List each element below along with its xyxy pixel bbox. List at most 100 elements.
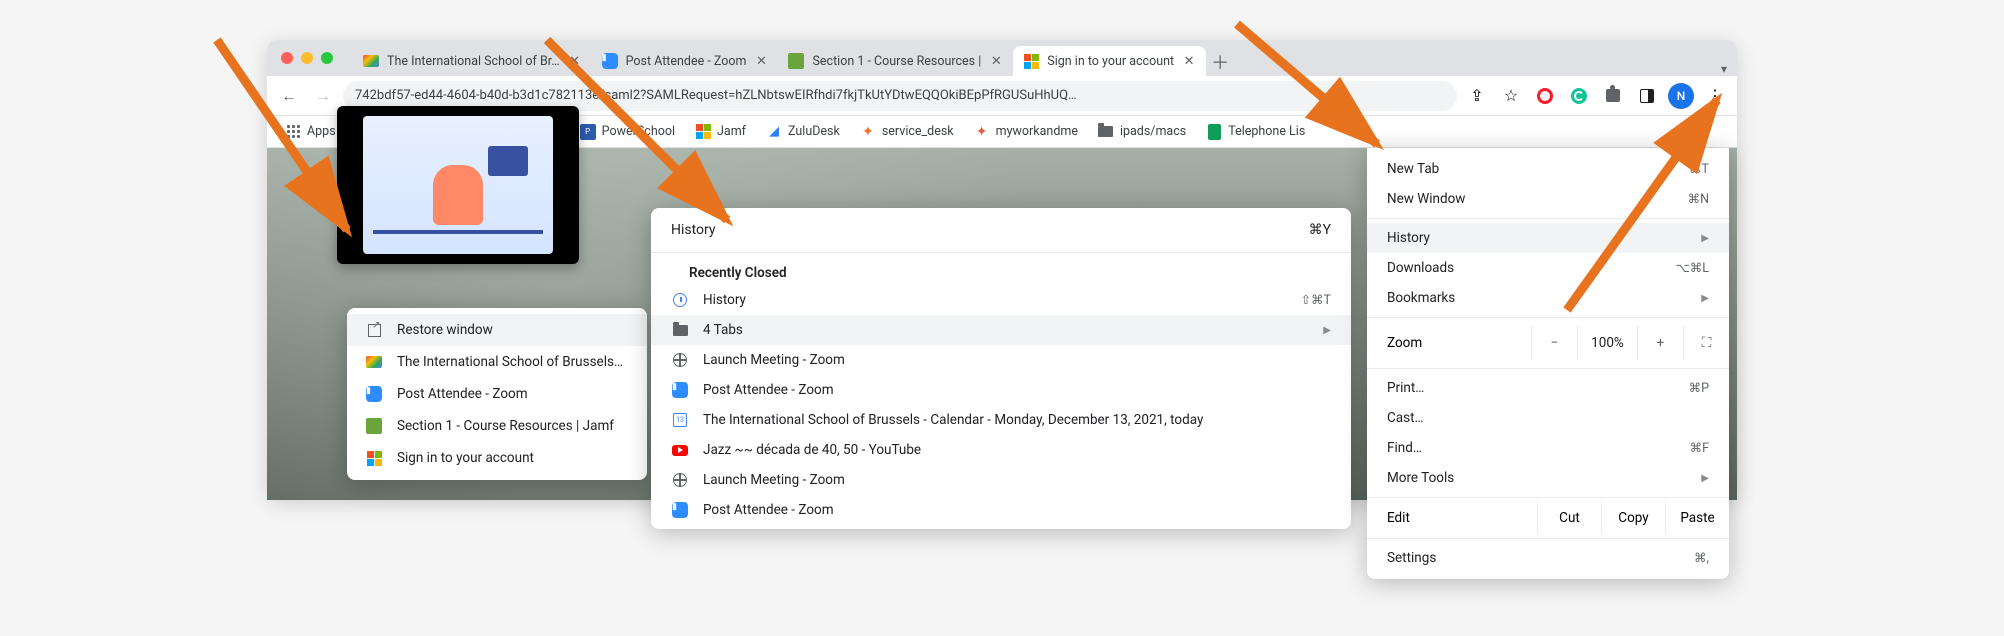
restore-tab-item[interactable]: ▮ Post Attendee - Zoom [347, 378, 647, 410]
history-item[interactable]: Jazz ~~ década de 40, 50 - YouTube [651, 435, 1351, 465]
menu-settings[interactable]: Settings⌘, [1367, 543, 1729, 573]
tab-2[interactable]: Section 1 - Course Resources | ✕ [778, 46, 1013, 76]
history-item[interactable]: ▮Post Attendee - Zoom [651, 495, 1351, 525]
close-tab-icon[interactable]: ✕ [1182, 54, 1196, 68]
edit-label: Edit [1387, 502, 1410, 534]
restore-tab-item[interactable]: The International School of Brussels… [347, 346, 647, 378]
close-tab-icon[interactable]: ✕ [568, 54, 582, 68]
bookmark-jamf[interactable]: Jamf [687, 120, 754, 144]
window-controls [281, 52, 333, 64]
tab-strip: The International School of Br… ✕ ▮ Post… [353, 40, 1737, 76]
menu-bookmarks[interactable]: Bookmarks▶ [1367, 283, 1729, 313]
bookmark-service-desk[interactable]: ✦service_desk [852, 120, 962, 144]
folder-icon [1098, 124, 1114, 140]
tab-1[interactable]: ▮ Post Attendee - Zoom ✕ [592, 46, 779, 76]
menu-history[interactable]: History▶ [1367, 223, 1729, 253]
history-item-history[interactable]: History ⇧⌘T [651, 285, 1351, 315]
zoom-icon: ▮ [365, 385, 383, 403]
copy-button[interactable]: Copy [1601, 502, 1665, 534]
gmail-icon [365, 353, 383, 371]
bookmark-myworkandme[interactable]: ✦myworkandme [966, 120, 1086, 144]
history-title: History [671, 222, 716, 238]
history-item[interactable]: 13The International School of Brussels -… [651, 405, 1351, 435]
bookmark-ipads-macs[interactable]: ipads/macs [1090, 120, 1194, 144]
zoom-out-button[interactable]: − [1531, 326, 1577, 360]
tab-list-dropdown[interactable]: ▾ [1721, 62, 1727, 76]
zoom-value: 100% [1577, 326, 1637, 360]
side-panel-icon[interactable] [1633, 82, 1661, 110]
opera-extension-icon[interactable] [1531, 82, 1559, 110]
grammarly-extension-icon[interactable] [1565, 82, 1593, 110]
zoom-icon: ▮ [671, 381, 689, 399]
hover-tab-preview [337, 106, 579, 264]
paste-button[interactable]: Paste [1665, 502, 1729, 534]
star-icon[interactable]: ☆ [1497, 82, 1525, 110]
tab-label: The International School of Br… [387, 54, 560, 69]
tab-0[interactable]: The International School of Br… ✕ [353, 46, 592, 76]
menu-find[interactable]: Find…⌘F [1367, 433, 1729, 463]
globe-icon [671, 471, 689, 489]
apps-label: Apps [307, 124, 336, 139]
profile-avatar[interactable]: N [1667, 82, 1695, 110]
restore-window-menu: Restore window The International School … [347, 308, 647, 480]
history-header[interactable]: History ⌘Y [651, 212, 1351, 248]
restore-tab-item[interactable]: Section 1 - Course Resources | Jamf [347, 410, 647, 442]
close-window-button[interactable] [281, 52, 293, 64]
more-menu-button[interactable]: ⋮ [1701, 82, 1729, 110]
chevron-right-icon: ▶ [1323, 325, 1331, 336]
history-item[interactable]: Launch Meeting - Zoom [651, 465, 1351, 495]
microsoft-icon [1023, 53, 1039, 69]
tab-3-active[interactable]: Sign in to your account ✕ [1013, 46, 1206, 76]
chrome-main-menu: New Tab⌘T New Window⌘N History▶ Download… [1367, 148, 1729, 579]
restore-label: Restore window [397, 322, 493, 338]
history-item[interactable]: Launch Meeting - Zoom [651, 345, 1351, 375]
apps-button[interactable]: Apps [277, 120, 344, 144]
forward-button: → [309, 82, 337, 110]
close-tab-icon[interactable]: ✕ [989, 54, 1003, 68]
zoom-icon: ▮ [602, 53, 618, 69]
history-item[interactable]: ▮Post Attendee - Zoom [651, 375, 1351, 405]
fullscreen-button[interactable] [1683, 326, 1729, 360]
tab-label: Post Attendee - Zoom [626, 54, 747, 69]
tab-label: Section 1 - Course Resources | [812, 54, 981, 69]
bookmark-powerschool[interactable]: PPowerSchool [572, 120, 683, 144]
menu-zoom: Zoom − 100% + [1367, 322, 1729, 364]
page-content: Restore window The International School … [267, 148, 1737, 500]
chevron-right-icon: ▶ [1701, 293, 1709, 304]
bookmark-telephone-list[interactable]: Telephone Lis [1198, 120, 1313, 144]
calendar-icon: 13 [671, 411, 689, 429]
menu-more-tools[interactable]: More Tools▶ [1367, 463, 1729, 493]
share-icon[interactable]: ⇪ [1463, 82, 1491, 110]
url-text: 742bdf57-ed44-4604-b40d-b3d1c782113e/sam… [355, 88, 1077, 103]
menu-cast[interactable]: Cast… [1367, 403, 1729, 433]
youtube-icon [671, 441, 689, 459]
history-item-4tabs[interactable]: 4 Tabs ▶ [651, 315, 1351, 345]
new-tab-button[interactable]: ＋ [1206, 48, 1234, 76]
bookmark-zuludesk[interactable]: ◢ZuluDesk [758, 120, 848, 144]
recently-closed-heading: Recently Closed [651, 257, 1351, 285]
extensions-icon[interactable] [1599, 82, 1627, 110]
chevron-right-icon: ▶ [1701, 233, 1709, 244]
restore-window-item[interactable]: Restore window [347, 314, 647, 346]
jamf-icon [365, 417, 383, 435]
titlebar: The International School of Br… ✕ ▮ Post… [267, 40, 1737, 76]
menu-new-window[interactable]: New Window⌘N [1367, 184, 1729, 214]
zoom-in-button[interactable]: + [1637, 326, 1683, 360]
apps-grid-icon [285, 124, 301, 140]
tab-label: Sign in to your account [1047, 54, 1174, 69]
menu-print[interactable]: Print…⌘P [1367, 373, 1729, 403]
menu-edit: Edit Cut Copy Paste [1367, 502, 1729, 534]
minimize-window-button[interactable] [301, 52, 313, 64]
restore-tab-item[interactable]: Sign in to your account [347, 442, 647, 474]
folder-icon [671, 321, 689, 339]
maximize-window-button[interactable] [321, 52, 333, 64]
cut-button[interactable]: Cut [1537, 502, 1601, 534]
zoom-icon: ▮ [671, 501, 689, 519]
restore-icon [365, 321, 383, 339]
back-button[interactable]: ← [275, 82, 303, 110]
close-tab-icon[interactable]: ✕ [754, 54, 768, 68]
menu-downloads[interactable]: Downloads⌥⌘L [1367, 253, 1729, 283]
menu-new-tab[interactable]: New Tab⌘T [1367, 154, 1729, 184]
history-shortcut: ⌘Y [1309, 222, 1331, 238]
history-submenu: History ⌘Y Recently Closed History ⇧⌘T 4… [651, 208, 1351, 529]
